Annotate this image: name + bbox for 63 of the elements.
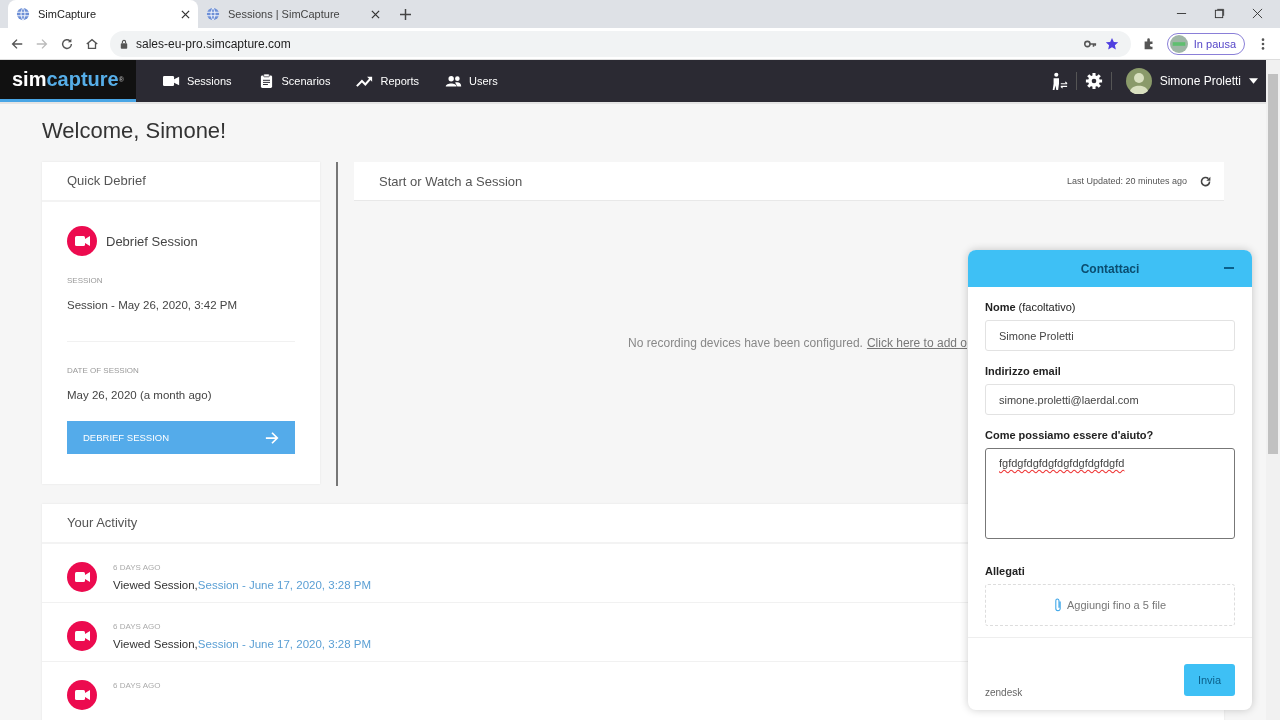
session-name: Session - May 26, 2020, 3:42 PM — [67, 299, 239, 311]
nav-link[interactable]: Scenarios — [257, 74, 331, 88]
field-label: Indirizzo email — [985, 365, 1062, 377]
video-camera-icon — [67, 621, 97, 651]
new-tab-icon[interactable] — [400, 9, 411, 20]
nav-link[interactable]: Sessions — [162, 74, 232, 88]
field-label: DATE OF SESSION — [67, 366, 140, 375]
video-camera-icon — [67, 562, 97, 592]
session-date: May 26, 2020 (a month ago) — [67, 389, 213, 401]
arrow-icon — [265, 430, 279, 445]
globe-icon — [206, 7, 220, 21]
back-icon[interactable] — [10, 36, 24, 51]
activity-action: Viewed Session, — [113, 579, 198, 591]
field-label: Allegati — [985, 565, 1026, 577]
refresh-icon[interactable] — [1199, 174, 1212, 188]
globe-icon — [16, 7, 30, 21]
star-icon[interactable] — [1104, 36, 1119, 51]
close-icon[interactable] — [181, 9, 190, 19]
input-field[interactable]: Simone Proletti — [985, 320, 1235, 351]
maximize-icon[interactable] — [1214, 8, 1225, 19]
close-icon[interactable] — [371, 9, 380, 19]
activity-time: 6 DAYS AGO — [113, 563, 162, 572]
input-field[interactable]: simone.proletti@laerdal.com — [985, 384, 1235, 415]
card-title: Quick Debrief — [42, 162, 320, 202]
browser-tab[interactable]: Sessions | SimCapture — [198, 0, 388, 28]
reload-icon[interactable] — [60, 36, 74, 51]
activity-time: 6 DAYS AGO — [113, 681, 161, 690]
nav-link[interactable]: Users — [445, 74, 498, 88]
user-name[interactable]: Simone Proletti — [1159, 74, 1241, 88]
video-camera-icon — [67, 680, 97, 710]
avatar-icon — [1169, 34, 1188, 53]
attachment-dropzone[interactable]: Aggiungi fino a 5 file — [985, 584, 1235, 626]
empty-message: No recording devices have been configured. — [628, 336, 863, 350]
browser-tab[interactable]: SimCapture — [8, 0, 198, 28]
panel-title: Start or Watch a Session — [379, 173, 523, 189]
activity-action: Viewed Session, — [113, 638, 198, 650]
field-label: Come possiamo essere d'aiuto? — [985, 429, 1155, 441]
item-title: Debrief Session — [106, 233, 198, 249]
page-title: Welcome, Simone! — [42, 118, 228, 144]
last-updated-text: Last Updated: 20 minutes ago — [1066, 176, 1187, 186]
address-bar[interactable]: sales-eu-pro.simcapture.com — [110, 30, 1131, 57]
brand-name: zendesk — [985, 687, 1023, 698]
lock-icon — [120, 38, 128, 49]
activity-time: 6 DAYS AGO — [113, 622, 162, 631]
close-icon[interactable] — [1252, 8, 1263, 19]
home-icon[interactable] — [85, 36, 99, 51]
video-camera-icon — [67, 226, 97, 256]
message-field[interactable]: fgfdgfdgfdgfdgfdgfdgfdgfd — [985, 448, 1235, 539]
users-icon — [445, 74, 462, 88]
field-label: Nome (facoltativo) — [985, 301, 1077, 313]
video-camera-icon — [162, 74, 180, 88]
avatar-icon — [1125, 68, 1152, 94]
field-label: SESSION — [67, 276, 104, 285]
scrollbar[interactable] — [1266, 60, 1280, 720]
settings-icon[interactable] — [1084, 72, 1103, 90]
logo[interactable]: simcapture$^{®}$ — [0, 60, 136, 102]
caret-icon[interactable] — [1249, 78, 1258, 84]
attachment-hint: Aggiungi fino a 5 file — [1066, 599, 1167, 611]
widget-title: Contattaci — [1080, 261, 1140, 276]
trend-icon — [356, 74, 374, 88]
paperclip-icon — [1053, 598, 1062, 612]
nav-link[interactable]: Reports — [356, 74, 419, 88]
add-device-link[interactable]: Click here to add o — [866, 336, 967, 350]
